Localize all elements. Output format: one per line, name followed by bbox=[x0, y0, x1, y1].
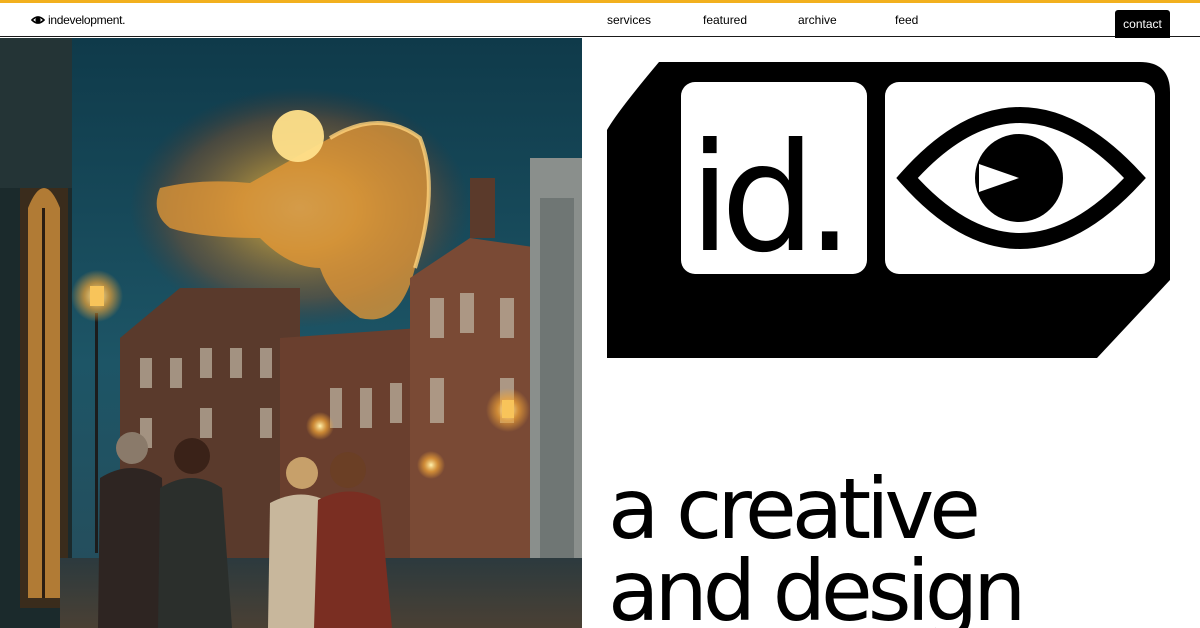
logo-monogram: id. bbox=[689, 112, 844, 286]
hero-tagline: a creative and design bbox=[608, 460, 1026, 628]
nav-archive[interactable]: archive bbox=[798, 13, 837, 27]
contact-button[interactable]: contact bbox=[1115, 10, 1170, 38]
tagline-line-2: and design bbox=[608, 542, 1026, 628]
logo-mark: id. bbox=[607, 62, 1170, 358]
top-navigation: indevelopment. services featured archive… bbox=[0, 3, 1200, 38]
brand-home-link[interactable]: indevelopment. bbox=[31, 13, 125, 27]
tagline-line-1: a creative bbox=[608, 460, 981, 558]
nav-featured[interactable]: featured bbox=[703, 13, 747, 27]
hero-image bbox=[0, 38, 582, 628]
nav-feed[interactable]: feed bbox=[895, 13, 918, 27]
eye-icon bbox=[31, 16, 45, 24]
intro-panel: id. a creative and design bbox=[582, 38, 1200, 628]
brand-name: indevelopment. bbox=[48, 13, 126, 27]
nav-services[interactable]: services bbox=[607, 13, 651, 27]
